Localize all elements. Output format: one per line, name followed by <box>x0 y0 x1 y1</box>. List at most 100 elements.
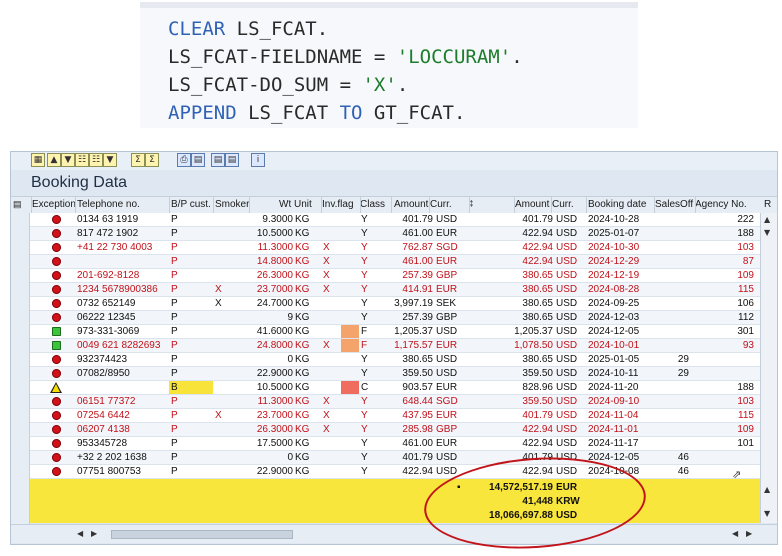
table-row[interactable]: 06207 4138 P 26.3000 KG X Y 285.98 GBP 422.94 USD… <box>30 423 760 437</box>
weight-cell: 11.3000 <box>257 242 293 253</box>
salesoffice-cell: 46 <box>677 466 689 477</box>
class-cell: Y <box>361 270 368 281</box>
table-row[interactable]: 0134 63 1919 P 9.3000 KG Y 401.79 USD 401.79 USD… <box>30 213 760 227</box>
details-icon[interactable]: ▦ <box>31 153 45 167</box>
table-row[interactable]: 07751 800753 P 22.9000 KG Y 422.94 USD 422.94 US… <box>30 465 760 479</box>
column-header[interactable]: B/P cust. <box>171 199 211 210</box>
column-header[interactable]: Amount <box>515 199 549 210</box>
column-header[interactable]: R <box>764 199 771 210</box>
column-header[interactable]: Exception <box>32 199 76 210</box>
column-header[interactable]: Curr. <box>430 199 452 210</box>
subtotal-icon[interactable]: Σ <box>145 153 159 167</box>
scroll-left-icon[interactable]: ◀ <box>77 529 83 538</box>
find-icon[interactable]: ☷ <box>75 153 89 167</box>
info-icon[interactable]: i <box>251 153 265 167</box>
code-token: GT_FCAT. <box>362 102 466 124</box>
currency-cell: SGD <box>436 242 458 253</box>
column-header[interactable]: Class <box>360 199 385 210</box>
bp-cust-cell: P <box>171 410 178 421</box>
currency-cell: GBP <box>436 270 458 281</box>
filter-icon[interactable]: ▼ <box>103 153 117 167</box>
column-header[interactable]: Wt <box>279 199 291 210</box>
column-header[interactable]: Curr. <box>552 199 574 210</box>
sort-descending-icon[interactable]: ▼ <box>61 153 75 167</box>
booking-date-cell: 2024-11-04 <box>588 410 639 421</box>
table-row[interactable]: 0049 621 8282693 P 24.8000 KG X F 1,175.57 EUR 1… <box>30 339 760 353</box>
layout-icon[interactable]: ▤ <box>13 199 22 210</box>
local-currency-cell: USD <box>556 354 578 365</box>
export-icon[interactable]: ▤ <box>211 153 225 167</box>
table-row[interactable]: +41 22 730 4003 P 11.3000 KG X Y 762.87 SGD 422.… <box>30 241 760 255</box>
scroll-left-icon[interactable]: ◀ <box>732 529 738 538</box>
phone-cell: 932374423 <box>77 354 128 365</box>
table-row[interactable]: 1234 5678900386 P X 23.7000 KG X Y 414.91 EUR 380… <box>30 283 760 297</box>
currency-cell: USD <box>436 368 458 379</box>
exception-red-icon <box>52 369 61 378</box>
print-icon[interactable]: ⎙ <box>177 153 191 167</box>
table-row[interactable]: 201-692-8128 P 26.3000 KG X Y 257.39 GBP 380.65 U… <box>30 269 760 283</box>
currency-cell: GBP <box>436 424 458 435</box>
amount-cell: 257.39 <box>402 270 433 281</box>
table-row[interactable]: 932374423 P 0 KG Y 380.65 USD 380.65 USD 2025-01-… <box>30 353 760 367</box>
unit-cell: KG <box>295 312 310 323</box>
column-divider <box>321 197 322 213</box>
local-amount-cell: 359.50 <box>522 396 553 407</box>
agency-cell: 222 <box>737 214 754 225</box>
bp-cust-cell: P <box>171 466 178 477</box>
row-selector-column[interactable] <box>11 213 30 543</box>
column-header[interactable]: Booking date <box>588 199 646 210</box>
sum-icon[interactable]: Σ <box>131 153 145 167</box>
scroll-down-icon[interactable]: ▼ <box>764 509 770 518</box>
scroll-up-icon[interactable]: ▲ <box>764 215 770 224</box>
scroll-right-icon[interactable]: ▶ <box>746 529 752 538</box>
table-row[interactable]: 07254 6442 P X 23.7000 KG X Y 437.95 EUR 401.79 US… <box>30 409 760 423</box>
local-currency-cell: USD <box>556 326 578 337</box>
vertical-scrollbar[interactable]: ▲ ▼ ▲ ▼ <box>760 213 777 523</box>
table-row[interactable]: 973-331-3069 P 41.6000 KG F 1,205.37 USD 1,205.… <box>30 325 760 339</box>
smoker-cell: X <box>215 284 222 295</box>
table-row[interactable]: P 14.8000 KG X Y 461.00 EUR 422.94 USD 2024-12-29… <box>30 255 760 269</box>
agency-cell: 115 <box>738 410 754 421</box>
class-cell: Y <box>361 452 368 463</box>
table-row[interactable]: 817 472 1902 P 10.5000 KG Y 461.00 EUR 422.94 US… <box>30 227 760 241</box>
table-row[interactable]: 07082/8950 P 22.9000 KG Y 359.50 USD 359.50 USD 2… <box>30 367 760 381</box>
table-row[interactable]: 0732 652149 P X 24.7000 KG Y 3,997.19 SEK 380.65… <box>30 297 760 311</box>
scroll-up-icon[interactable]: ▲ <box>764 485 770 494</box>
views-icon[interactable]: ▤ <box>191 153 205 167</box>
local-currency-cell: USD <box>556 270 578 281</box>
column-header[interactable]: Unit <box>294 199 312 210</box>
table-row[interactable]: +32 2 202 1638 P 0 KG Y 401.79 USD 401.79 USD 202… <box>30 451 760 465</box>
column-header[interactable]: Agency No. <box>695 199 747 210</box>
table-row[interactable]: B 10.5000 KG C 903.57 EUR 828.96 USD 2024-11-20 1… <box>30 381 760 395</box>
table-row[interactable]: 953345728 P 17.5000 KG Y 461.00 EUR 422.94 USD 20… <box>30 437 760 451</box>
unit-cell: KG <box>295 340 310 351</box>
table-row[interactable]: 06151 77372 P 11.3000 KG X Y 648.44 SGD 359.50 US… <box>30 395 760 409</box>
find-next-icon[interactable]: ☷ <box>89 153 103 167</box>
phone-cell: 0049 621 8282693 <box>77 340 161 351</box>
amount-cell: 1,175.57 <box>394 340 433 351</box>
column-header[interactable]: Amount <box>394 199 428 210</box>
layout-icon[interactable]: ▤ <box>225 153 239 167</box>
local-amount-cell: 380.65 <box>522 312 553 323</box>
column-header[interactable]: Inv.flag <box>322 199 354 210</box>
scroll-down-icon[interactable]: ▼ <box>764 228 770 237</box>
scroll-thumb[interactable] <box>111 530 293 539</box>
smoker-cell: X <box>215 298 222 309</box>
column-header[interactable]: SalesOff <box>655 199 693 210</box>
scroll-right-icon[interactable]: ▶ <box>91 529 97 538</box>
currency-cell: EUR <box>436 340 458 351</box>
invflag-cell: X <box>323 256 330 267</box>
phone-cell: 201-692-8128 <box>77 270 140 281</box>
code-line: LS_FCAT-DO_SUM = 'X'. <box>168 74 408 96</box>
salesoffice-cell: 29 <box>677 354 689 365</box>
unit-cell: KG <box>295 214 310 225</box>
table-row[interactable]: 06222 12345 P 9 KG Y 257.39 GBP 380.65 USD 2024-1… <box>30 311 760 325</box>
column-header[interactable]: Telephone no. <box>77 199 140 210</box>
currency-cell: USD <box>436 452 458 463</box>
horizontal-scrollbar[interactable]: ◀ ▶ ◀ ▶ <box>11 524 777 543</box>
sort-ascending-icon[interactable]: ▲ <box>47 153 61 167</box>
column-divider <box>695 197 696 213</box>
column-header[interactable]: Smoker <box>215 199 249 210</box>
booking-date-cell: 2024-10-11 <box>588 368 639 379</box>
class-cell-highlight <box>341 339 359 352</box>
